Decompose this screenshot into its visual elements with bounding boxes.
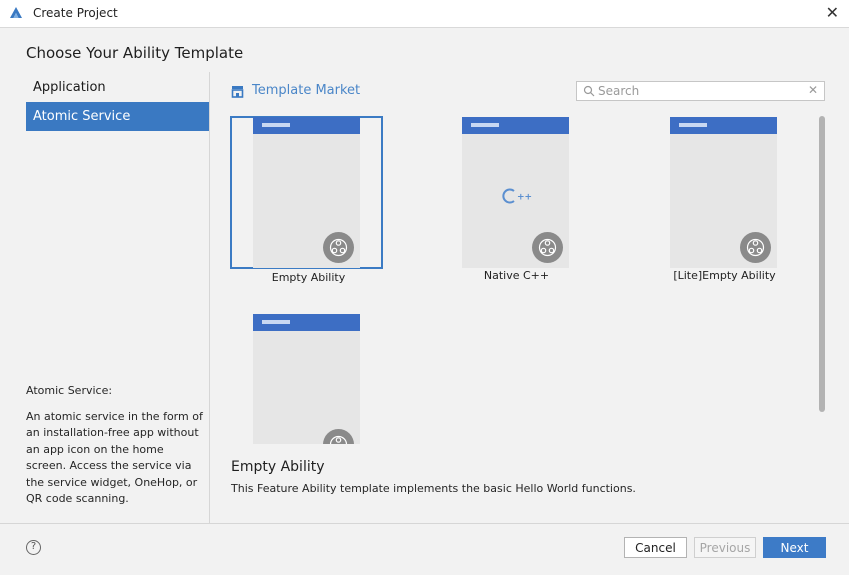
help-icon[interactable]: ?	[26, 540, 41, 555]
app-logo-icon	[10, 7, 22, 18]
next-button[interactable]: Next	[763, 537, 826, 558]
template-card-lite-empty-ability[interactable]: [Lite]Empty Ability	[648, 117, 801, 282]
page-title: Choose Your Ability Template	[26, 44, 244, 62]
search-input[interactable]	[598, 83, 798, 99]
search-icon	[583, 85, 595, 97]
templates-scrollbar[interactable]	[819, 116, 825, 412]
search-box[interactable]: ✕	[576, 81, 825, 101]
previous-button[interactable]: Previous	[694, 537, 756, 558]
atomic-service-icon	[740, 232, 771, 263]
svg-text:++: ++	[517, 193, 532, 203]
sidebar-item-atomic-service[interactable]: Atomic Service	[26, 102, 209, 131]
window-title: Create Project	[33, 6, 118, 20]
preview-header	[462, 117, 569, 134]
preview-header	[253, 117, 360, 134]
template-preview	[253, 117, 360, 268]
template-label: Empty Ability	[271, 271, 346, 284]
selected-template-description: This Feature Ability template implements…	[231, 482, 636, 495]
footer-divider	[0, 523, 849, 524]
cpp-logo-icon: ++	[502, 188, 532, 204]
close-icon[interactable]: ✕	[826, 4, 839, 22]
store-icon	[231, 86, 244, 98]
description-title: Atomic Service:	[26, 384, 113, 397]
template-preview	[670, 117, 777, 268]
title-bar: Create Project ✕	[0, 0, 849, 28]
template-market-label[interactable]: Template Market	[252, 83, 360, 98]
template-label: [Lite]Empty Ability	[673, 269, 776, 282]
atomic-service-icon	[323, 232, 354, 263]
description-text: An atomic service in the form of an inst…	[26, 409, 203, 506]
sidebar: Application Atomic Service Atomic Servic…	[0, 72, 210, 523]
template-preview: ++	[462, 117, 569, 268]
cancel-button[interactable]: Cancel	[624, 537, 687, 558]
preview-header	[253, 314, 360, 331]
atomic-service-icon	[532, 232, 563, 263]
preview-header	[670, 117, 777, 134]
sidebar-item-application[interactable]: Application	[26, 73, 209, 102]
template-preview	[253, 314, 360, 444]
atomic-service-icon	[323, 429, 354, 444]
template-card-native-cpp[interactable]: ++ Native C++	[440, 117, 593, 282]
clear-search-icon[interactable]: ✕	[808, 83, 818, 97]
template-card-4[interactable]	[231, 314, 384, 444]
sidebar-description: Atomic Service: An atomic service in the…	[26, 383, 206, 508]
template-card-empty-ability[interactable]: Empty Ability	[230, 116, 383, 284]
selected-template-title: Empty Ability	[231, 459, 325, 475]
template-label: Native C++	[483, 269, 550, 282]
